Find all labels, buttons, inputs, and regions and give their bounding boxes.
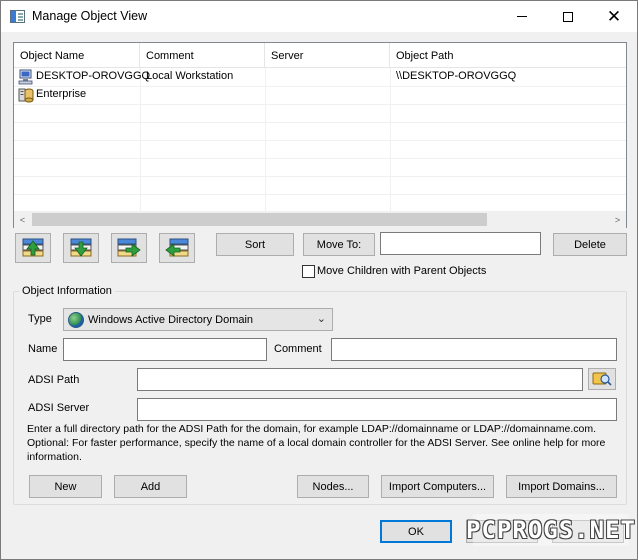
move-children-checkbox[interactable] — [302, 265, 315, 278]
scrollbar-thumb[interactable] — [32, 213, 487, 226]
comment-field[interactable] — [331, 338, 617, 361]
help-text: Enter a full directory path for the ADSI… — [27, 423, 606, 463]
type-label: Type — [28, 313, 52, 325]
comment-label: Comment — [274, 343, 322, 355]
move-right-icon — [117, 238, 141, 257]
window-title: Manage Object View — [32, 9, 148, 23]
move-children-label: Move Children with Parent Objects — [317, 265, 487, 277]
list-item[interactable]: Enterprise — [14, 86, 626, 104]
grid-line — [14, 158, 626, 159]
move-right-button[interactable] — [111, 233, 147, 263]
move-to-button[interactable]: Move To: — [303, 233, 375, 256]
grid-line — [14, 176, 626, 177]
import-domains-button[interactable]: Import Domains... — [506, 475, 617, 498]
move-left-icon — [165, 238, 189, 257]
move-up-button[interactable] — [15, 233, 51, 263]
delete-button[interactable]: Delete — [553, 233, 627, 256]
globe-icon — [68, 312, 84, 328]
minimize-icon — [517, 16, 527, 17]
scroll-right-icon[interactable]: > — [609, 211, 626, 228]
manage-object-view-dialog: Manage Object View ✕ Object Name Comment… — [0, 0, 638, 560]
watermark-logo: PCPROGS.NET — [466, 514, 636, 546]
object-name-cell: DESKTOP-OROVGGQ — [36, 70, 151, 82]
comment-cell: Local Workstation — [146, 70, 234, 82]
adsi-server-label: ADSI Server — [28, 402, 90, 414]
chevron-down-icon: ⌄ — [316, 313, 326, 325]
column-header-comment[interactable]: Comment — [140, 43, 265, 67]
horizontal-scrollbar[interactable]: < > — [14, 211, 626, 228]
group-title: Object Information — [19, 285, 115, 297]
add-button[interactable]: Add — [114, 475, 187, 498]
grid-line — [14, 104, 626, 105]
grid-line — [14, 194, 626, 195]
column-header-server[interactable]: Server — [265, 43, 390, 67]
object-path-cell: \\DESKTOP-OROVGGQ — [396, 70, 517, 82]
enterprise-icon — [18, 88, 34, 103]
close-button[interactable]: ✕ — [591, 1, 637, 32]
adsi-path-field[interactable] — [137, 368, 583, 391]
move-down-icon — [70, 238, 92, 257]
object-list[interactable]: Object Name Comment Server Object Path D… — [13, 42, 627, 228]
browse-directory-icon — [592, 372, 612, 386]
import-computers-button[interactable]: Import Computers... — [381, 475, 494, 498]
new-button[interactable]: New — [29, 475, 102, 498]
type-selected-value: Windows Active Directory Domain — [88, 314, 254, 326]
minimize-button[interactable] — [499, 1, 545, 32]
move-down-button[interactable] — [63, 233, 99, 263]
adsi-server-field[interactable] — [137, 398, 617, 421]
move-up-icon — [22, 238, 44, 257]
scroll-left-icon[interactable]: < — [14, 211, 31, 228]
column-header-object-path[interactable]: Object Path — [390, 43, 626, 67]
object-name-cell: Enterprise — [36, 88, 87, 100]
close-icon: ✕ — [606, 7, 622, 26]
grid-line — [14, 140, 626, 141]
list-header: Object Name Comment Server Object Path — [14, 43, 626, 68]
type-select[interactable]: Windows Active Directory Domain ⌄ — [63, 308, 333, 331]
app-icon — [10, 10, 25, 23]
column-header-object-name[interactable]: Object Name — [14, 43, 140, 67]
maximize-icon — [563, 11, 573, 22]
title-bar: Manage Object View ✕ — [1, 1, 637, 32]
list-item[interactable]: DESKTOP-OROVGGQ Local Workstation \\DESK… — [14, 68, 626, 86]
sort-button[interactable]: Sort — [216, 233, 294, 256]
workstation-icon — [18, 69, 33, 85]
name-label: Name — [28, 343, 58, 355]
move-left-button[interactable] — [159, 233, 195, 263]
adsi-path-label: ADSI Path — [28, 374, 80, 386]
browse-adsi-button[interactable] — [588, 368, 616, 390]
nodes-button[interactable]: Nodes... — [297, 475, 369, 498]
move-to-field[interactable] — [380, 232, 541, 255]
name-field[interactable] — [63, 338, 267, 361]
maximize-button[interactable] — [545, 1, 591, 32]
ok-button[interactable]: OK — [380, 520, 452, 543]
grid-line — [14, 122, 626, 123]
